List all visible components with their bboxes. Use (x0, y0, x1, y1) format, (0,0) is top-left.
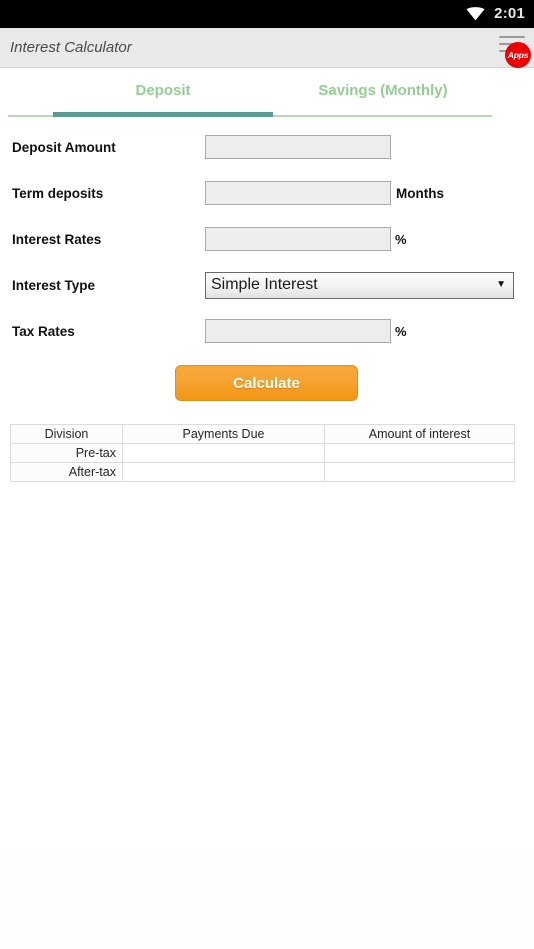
cell-division-after-tax: After-tax (10, 462, 123, 482)
label-tax-rates: Tax Rates (12, 323, 75, 339)
interest-form: Deposit Amount Term deposits Months Inte… (0, 117, 534, 412)
form-row-deposit-amount: Deposit Amount (0, 124, 534, 170)
form-row-term-deposits: Term deposits Months (0, 170, 534, 216)
app-bar: Interest Calculator Apps (0, 28, 534, 68)
calculate-row: Calculate (0, 354, 534, 412)
chevron-down-icon: ▼ (496, 279, 506, 290)
table-header-row: Division Payments Due Amount of interest (10, 424, 515, 444)
results-table-container: Division Payments Due Amount of interest… (10, 424, 515, 482)
apps-badge[interactable]: Apps (505, 42, 531, 68)
status-bar-clock: 2:01 (494, 5, 525, 22)
interest-rates-input[interactable] (205, 227, 391, 251)
table-row: After-tax (10, 462, 515, 482)
table-row: Pre-tax (10, 443, 515, 463)
tab-active-indicator (53, 112, 273, 117)
menu-line-1 (499, 36, 525, 38)
app-screen: 2:01 Interest Calculator Apps Deposit Sa… (0, 0, 534, 949)
unit-months: Months (396, 185, 444, 201)
main-content: Deposit Savings (Monthly) Deposit Amount… (0, 69, 534, 949)
header-payments-due: Payments Due (122, 424, 325, 444)
term-deposits-input[interactable] (205, 181, 391, 205)
header-amount-of-interest: Amount of interest (324, 424, 515, 444)
header-division: Division (10, 424, 123, 444)
unit-percent-tax: % (395, 323, 407, 339)
deposit-amount-input[interactable] (205, 135, 391, 159)
results-table-body: Pre-tax After-tax (10, 443, 515, 482)
cell-amount-of-interest-after-tax (324, 462, 515, 482)
label-term-deposits: Term deposits (12, 185, 104, 201)
tab-deposit[interactable]: Deposit (53, 82, 273, 99)
cell-amount-of-interest-pre-tax (324, 443, 515, 463)
results-table: Division Payments Due Amount of interest… (10, 424, 515, 482)
form-row-tax-rates: Tax Rates % (0, 308, 534, 354)
cell-payments-due-pre-tax (122, 443, 325, 463)
form-row-interest-rates: Interest Rates % (0, 216, 534, 262)
interest-type-selected-value: Simple Interest (211, 276, 318, 293)
label-interest-rates: Interest Rates (12, 231, 102, 247)
page-bottom-area (0, 848, 534, 949)
tab-bar: Deposit Savings (Monthly) (8, 69, 492, 117)
cell-payments-due-after-tax (122, 462, 325, 482)
wifi-icon (466, 7, 485, 21)
interest-type-select[interactable]: Simple Interest ▼ (205, 271, 514, 299)
label-interest-type: Interest Type (12, 277, 96, 293)
unit-percent-interest: % (395, 231, 407, 247)
calculate-button[interactable]: Calculate (175, 365, 358, 401)
label-deposit-amount: Deposit Amount (12, 139, 116, 155)
results-table-head: Division Payments Due Amount of interest (10, 424, 515, 444)
tax-rates-input[interactable] (205, 319, 391, 343)
status-bar: 2:01 (0, 0, 534, 28)
tab-savings-monthly[interactable]: Savings (Monthly) (273, 82, 493, 99)
cell-division-pre-tax: Pre-tax (10, 443, 123, 463)
form-row-interest-type: Interest Type Simple Interest ▼ (0, 262, 534, 308)
page-title: Interest Calculator (10, 39, 132, 56)
